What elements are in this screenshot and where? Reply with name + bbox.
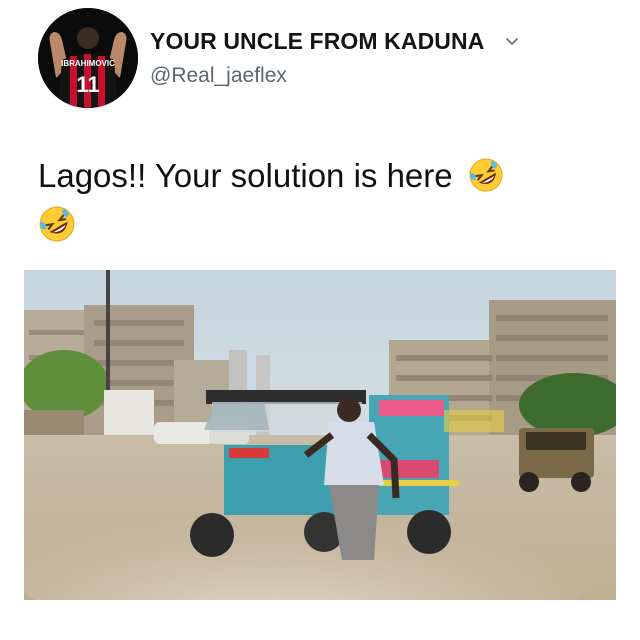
tweet-text: Lagos!! Your solution is here	[38, 150, 608, 202]
tweet-media[interactable]	[24, 270, 616, 600]
tweet-text-content: Lagos!! Your solution is here	[38, 157, 453, 194]
svg-text:IBRAHIMOVIC: IBRAHIMOVIC	[61, 59, 115, 68]
rolling-on-floor-laughing-emoji-icon	[39, 206, 75, 242]
display-name[interactable]: YOUR UNCLE FROM KADUNA	[150, 28, 484, 55]
avatar-image: IBRAHIMOVIC 11	[38, 8, 138, 108]
user-handle[interactable]: @Real_jaeflex	[150, 64, 287, 88]
video-still-image	[24, 270, 616, 600]
name-row: YOUR UNCLE FROM KADUNA	[150, 28, 520, 55]
rolling-on-floor-laughing-emoji-icon	[469, 158, 503, 192]
chevron-down-icon[interactable]	[504, 34, 520, 50]
jersey-number: 11	[76, 72, 99, 97]
avatar[interactable]: IBRAHIMOVIC 11	[38, 8, 138, 108]
